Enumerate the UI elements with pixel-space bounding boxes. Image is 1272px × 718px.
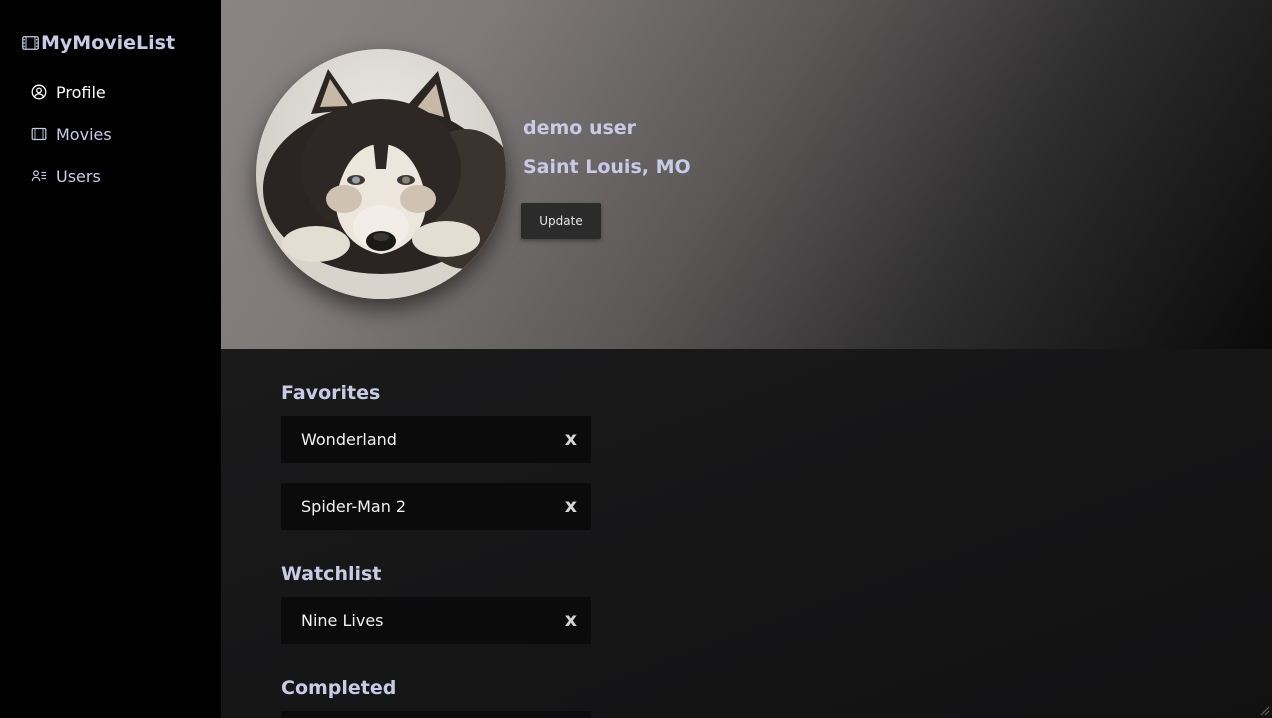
remove-favorite-button[interactable]: x: [565, 495, 577, 517]
list-item[interactable]: [281, 711, 591, 718]
sidebar-item-label: Profile: [56, 82, 106, 102]
film-icon: [31, 127, 47, 141]
watchlist-heading: Watchlist: [281, 563, 382, 585]
resize-grip-icon: [1260, 706, 1270, 716]
list-item[interactable]: Wonderland x: [281, 416, 591, 463]
update-button[interactable]: Update: [521, 203, 601, 239]
husky-puppy-photo: [256, 49, 506, 299]
movie-lists: Favorites Wonderland x Spider-Man 2 x Wa…: [221, 349, 1272, 718]
completed-heading: Completed: [281, 677, 397, 699]
sidebar: MyMovieList Profile Movies Users: [0, 0, 221, 718]
users-list-icon: [31, 170, 46, 182]
sidebar-item-profile[interactable]: Profile: [31, 80, 106, 104]
profile-name: demo user: [523, 117, 637, 139]
app-title: MyMovieList: [41, 32, 176, 54]
app-brand[interactable]: MyMovieList: [22, 31, 175, 55]
favorites-heading: Favorites: [281, 382, 381, 404]
sidebar-item-label: Users: [56, 166, 101, 186]
user-circle-icon: [31, 84, 47, 100]
sidebar-item-movies[interactable]: Movies: [31, 122, 112, 146]
remove-favorite-button[interactable]: x: [565, 428, 577, 450]
avatar: [256, 49, 506, 299]
remove-watchlist-button[interactable]: x: [565, 609, 577, 631]
sidebar-item-label: Movies: [56, 124, 112, 144]
profile-header: demo user Saint Louis, MO Update: [221, 0, 1272, 349]
sidebar-item-users[interactable]: Users: [31, 164, 101, 188]
film-icon: [22, 36, 39, 50]
movie-title: Wonderland: [301, 430, 397, 449]
profile-location: Saint Louis, MO: [523, 156, 691, 178]
list-item[interactable]: Nine Lives x: [281, 597, 591, 644]
movie-title: Nine Lives: [301, 611, 384, 630]
list-item[interactable]: Spider-Man 2 x: [281, 483, 591, 530]
movie-title: Spider-Man 2: [301, 497, 407, 516]
